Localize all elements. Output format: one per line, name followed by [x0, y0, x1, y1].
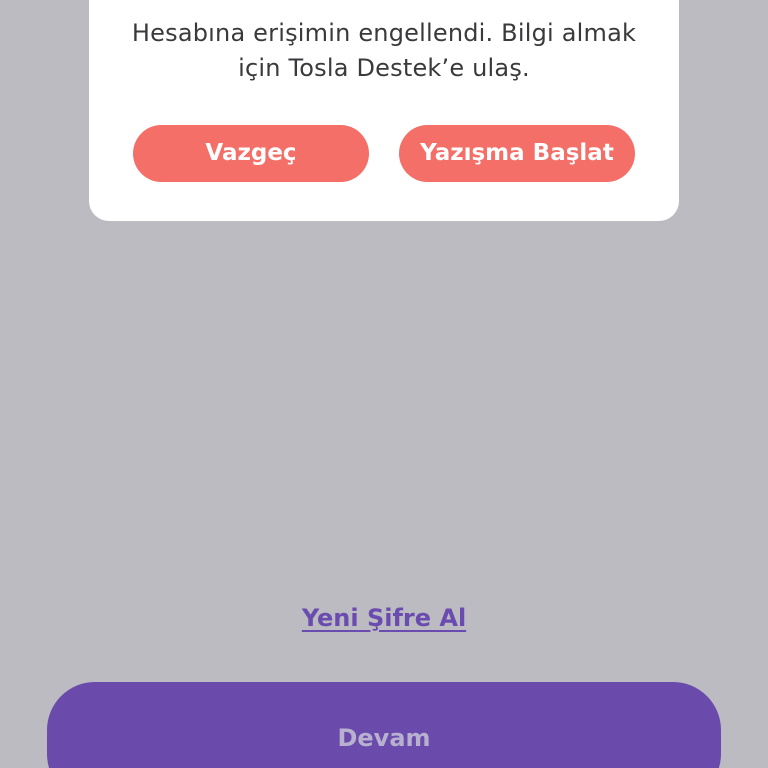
dialog-message: Hesabına erişimin engellendi. Bilgi alma…	[131, 19, 637, 82]
new-password-link[interactable]: Yeni Şifre Al	[0, 604, 768, 632]
continue-button-label: Devam	[337, 724, 431, 752]
access-blocked-dialog: Hesabına erişimin engellendi. Bilgi alma…	[89, 0, 679, 221]
start-chat-button[interactable]: Yazışma Başlat	[399, 125, 635, 182]
continue-button[interactable]: Devam	[47, 682, 721, 768]
cancel-button[interactable]: Vazgeç	[133, 125, 369, 182]
